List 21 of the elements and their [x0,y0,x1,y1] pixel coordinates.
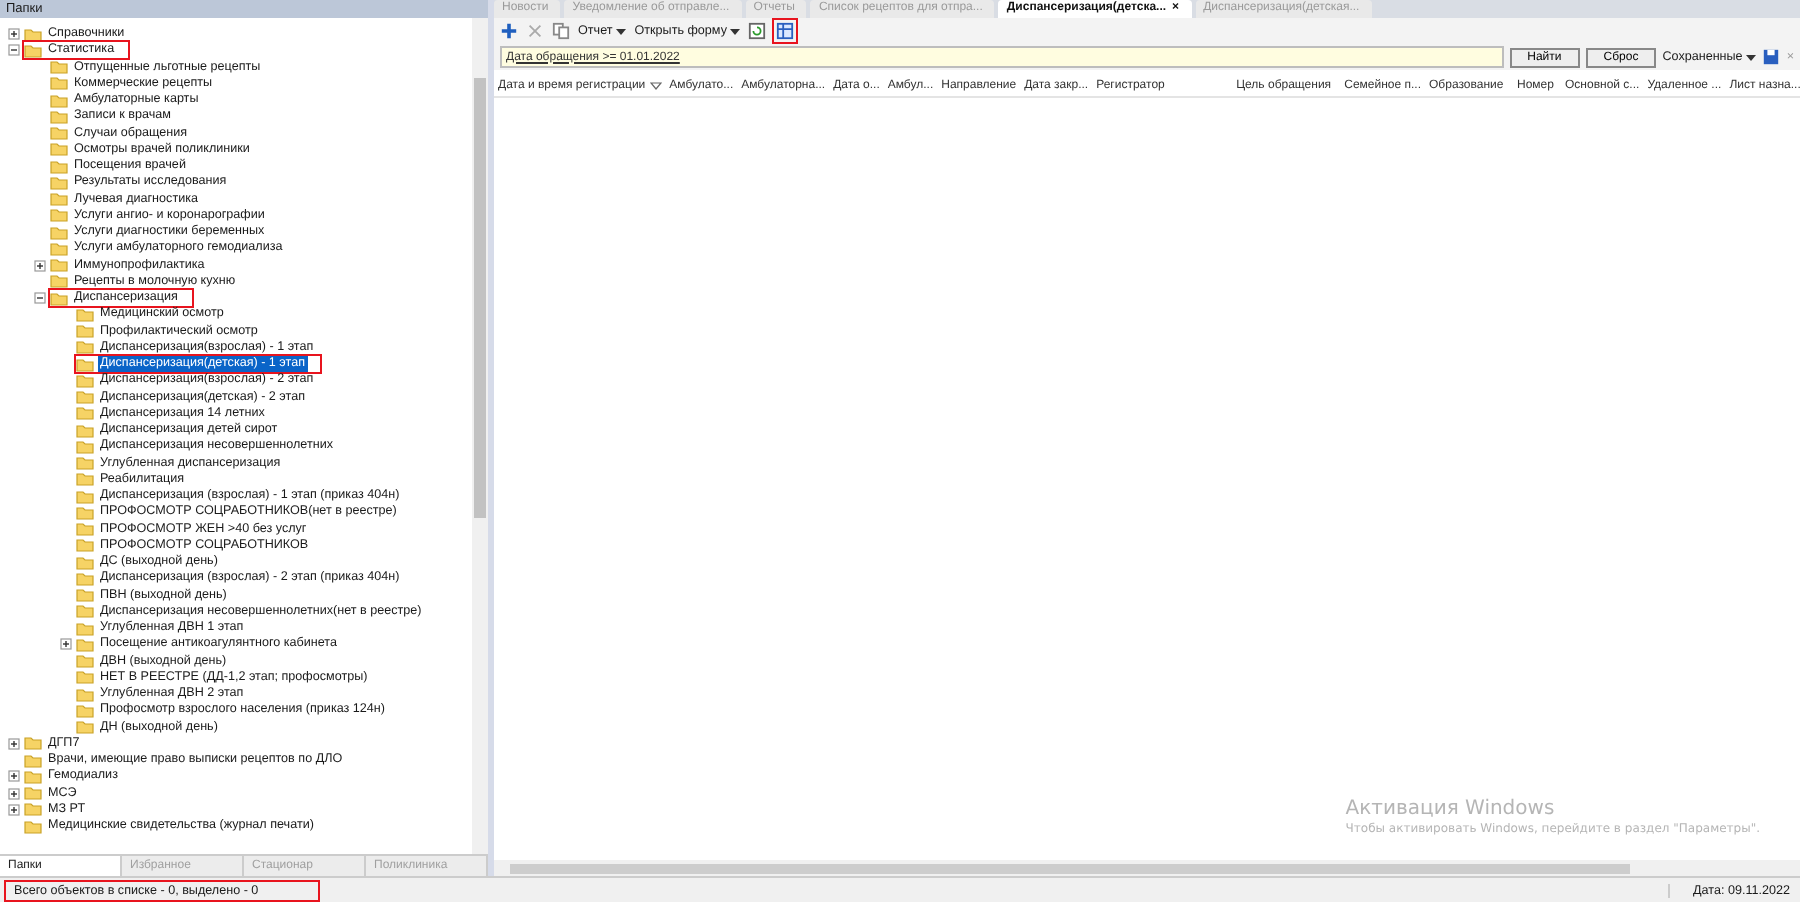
expand-icon[interactable] [8,28,20,41]
expand-icon[interactable] [60,638,72,651]
expand-icon[interactable] [8,770,20,783]
expand-icon[interactable] [34,259,46,272]
scrollbar[interactable] [494,860,1800,876]
collapse-icon[interactable] [34,292,46,305]
collapse-icon[interactable] [8,44,20,57]
expand-icon[interactable] [8,787,20,800]
caret-icon [1746,53,1757,61]
sort-icon [649,82,662,90]
refresh-icon[interactable] [748,22,767,40]
caret-icon [616,27,627,35]
expand-icon[interactable] [8,737,20,750]
expand-icon[interactable] [8,803,20,816]
save-icon[interactable] [1762,48,1781,66]
grid-settings-icon[interactable] [774,20,797,42]
scrollbar[interactable] [472,18,488,854]
add-icon[interactable] [500,22,518,40]
copy-icon[interactable] [552,22,570,40]
caret-icon [730,27,741,35]
activation-title: Активация Windows [1345,798,1557,820]
